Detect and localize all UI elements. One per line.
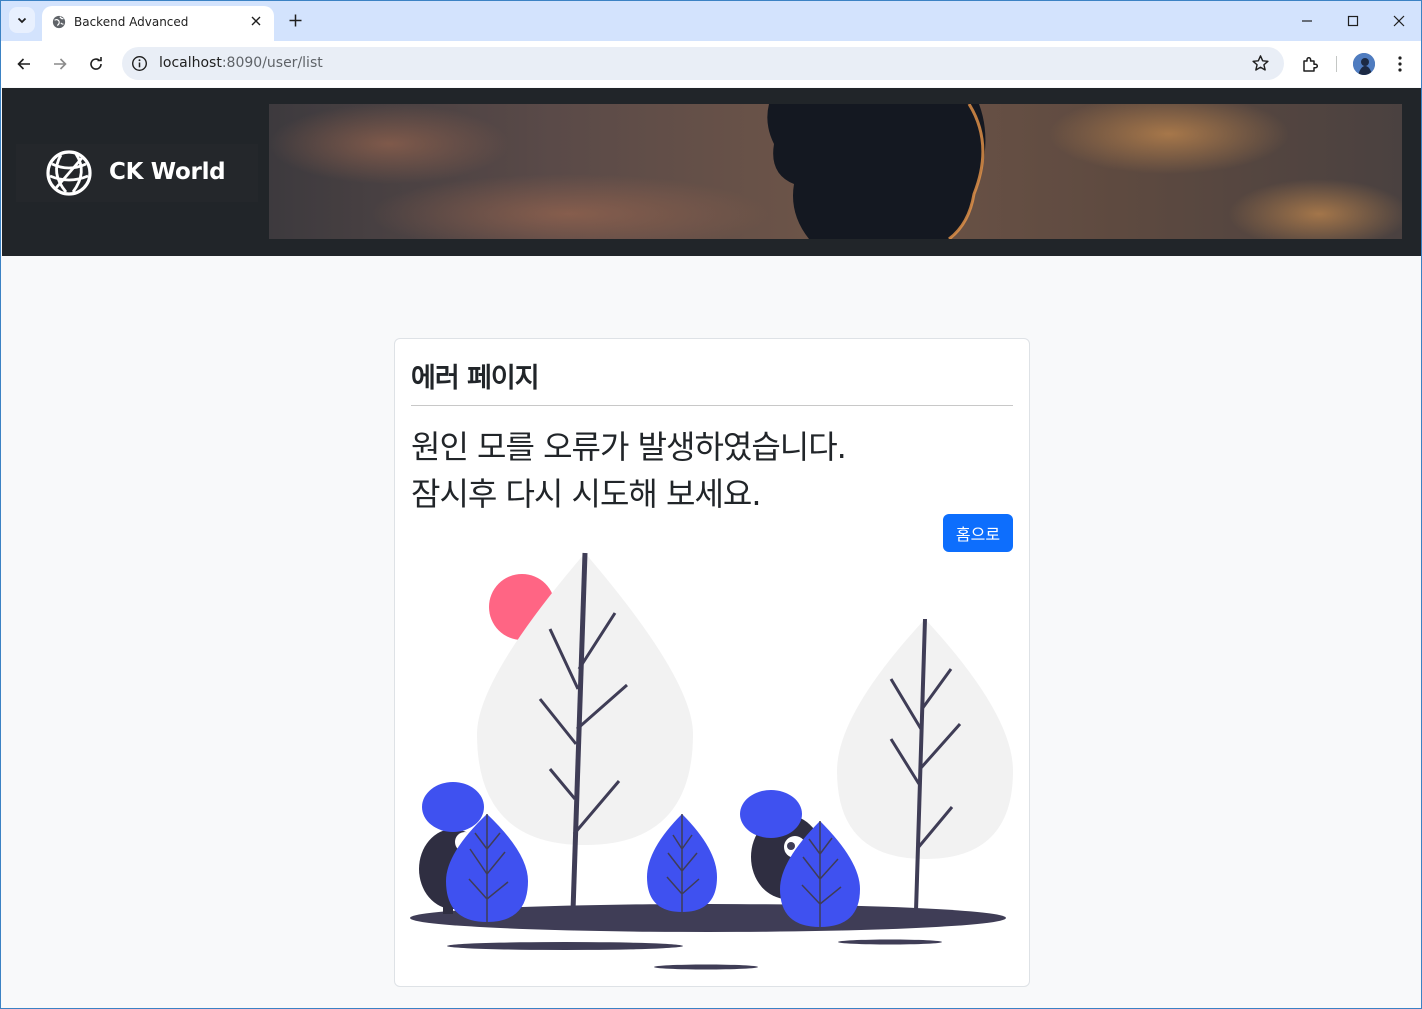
- maximize-button[interactable]: [1342, 10, 1364, 32]
- reload-icon: [90, 57, 102, 70]
- brand-link[interactable]: CK World: [16, 144, 258, 202]
- star-icon[interactable]: [1251, 54, 1270, 73]
- title-divider: [411, 405, 1013, 406]
- browser-window: Backend Advanced localhost:8090/user/lis…: [0, 0, 1422, 1009]
- page-title: 에러 페이지: [411, 363, 540, 394]
- error-message-line-2: 잠시후 다시 시도해 보세요.: [411, 475, 762, 513]
- minimize-button[interactable]: [1296, 10, 1318, 32]
- toolbar-divider: [1336, 56, 1337, 72]
- reload-button[interactable]: [84, 52, 108, 76]
- chevron-down-icon: [17, 17, 27, 24]
- close-window-button[interactable]: [1388, 10, 1410, 32]
- tab-search-button[interactable]: [9, 7, 35, 33]
- address-bar[interactable]: localhost:8090/user/list: [122, 47, 1284, 80]
- globe-icon: [46, 150, 92, 196]
- close-tab-button[interactable]: [246, 11, 266, 31]
- more-icon: [1398, 56, 1402, 72]
- tab-title: Backend Advanced: [74, 15, 189, 29]
- back-button[interactable]: [12, 52, 36, 76]
- maximize-icon: [1347, 15, 1359, 27]
- error-message-line-1: 원인 모를 오류가 발생하였습니다.: [411, 428, 847, 466]
- header-banner-image: [269, 104, 1402, 239]
- site-header: CK World: [2, 88, 1421, 256]
- home-button[interactable]: 홈으로: [943, 514, 1013, 552]
- url-text[interactable]: localhost:8090/user/list: [159, 55, 323, 71]
- minimize-icon: [1302, 20, 1312, 22]
- browser-tab-active[interactable]: Backend Advanced: [42, 6, 274, 41]
- profile-picture-icon: [1353, 53, 1375, 75]
- back-icon: [17, 58, 30, 70]
- menu-button[interactable]: [1389, 53, 1411, 75]
- close-icon: [251, 16, 261, 26]
- brand-name: CK World: [109, 159, 226, 185]
- globe-icon: [52, 15, 66, 29]
- extensions-icon: [1303, 56, 1319, 72]
- forward-icon: [54, 58, 67, 70]
- profile-avatar[interactable]: [1353, 53, 1375, 75]
- browser-toolbar: localhost:8090/user/list: [1, 41, 1421, 87]
- error-card: 에러 페이지 원인 모를 오류가 발생하였습니다. 잠시후 다시 시도해 보세요…: [394, 338, 1030, 987]
- close-icon: [1393, 15, 1405, 27]
- new-tab-button[interactable]: [284, 9, 306, 31]
- info-icon[interactable]: [131, 55, 148, 72]
- extensions-button[interactable]: [1299, 53, 1321, 75]
- forward-button[interactable]: [48, 52, 72, 76]
- tab-strip: Backend Advanced: [1, 1, 1421, 41]
- error-illustration: [410, 552, 1013, 970]
- plus-icon: [289, 14, 301, 26]
